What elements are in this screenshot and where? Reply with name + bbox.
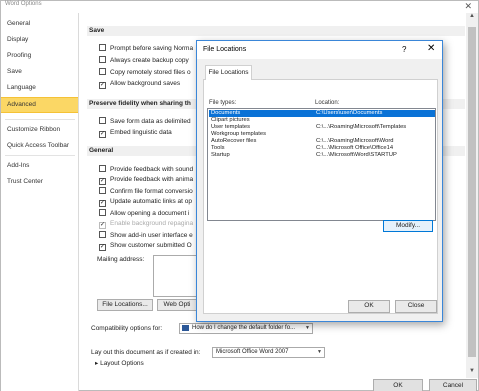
sidebar-item-trust-center[interactable]: Trust Center [1, 175, 78, 189]
mailing-address-label: Mailing address: [97, 256, 145, 263]
background-repagination-checkbox: ✓ Enable background repagina [99, 220, 194, 229]
show-customer-content-checkbox[interactable]: ✓ Show customer submitted O [99, 242, 192, 251]
checkbox-box[interactable]: ✓ [99, 131, 106, 138]
checkbox-box[interactable] [99, 209, 106, 216]
sidebar-item-add-ins[interactable]: Add-Ins [1, 159, 78, 173]
scrollbar-thumb[interactable] [468, 27, 476, 357]
file-locations-button[interactable]: File Locations... [97, 299, 153, 311]
prompt-before-saving-checkbox[interactable]: Prompt before saving Norma [99, 44, 193, 52]
sidebar-item-general[interactable]: General [1, 17, 78, 31]
checkbox-box[interactable]: ✓ [99, 200, 106, 207]
checkbox-box[interactable]: ✓ [99, 178, 106, 185]
dialog-close-button[interactable]: Close [395, 300, 437, 313]
tab-file-locations[interactable]: File Locations [205, 65, 252, 80]
checkbox-box[interactable] [99, 44, 106, 51]
chevron-down-icon: ▼ [305, 325, 310, 331]
list-item[interactable]: Tools C:\...\Microsoft Office\Office14 [209, 145, 435, 152]
layout-version-select[interactable]: Microsoft Office Word 2007 ▼ [212, 347, 325, 358]
list-item[interactable]: Clipart pictures [209, 117, 435, 124]
sidebar-divider [5, 119, 75, 120]
layout-options-expander[interactable]: ▸ Layout Options [95, 359, 144, 367]
always-create-backup-checkbox[interactable]: Always create backup copy [99, 56, 189, 64]
confirm-format-conversion-checkbox[interactable]: Confirm file format conversio [99, 187, 193, 195]
allow-opening-draft-checkbox[interactable]: Allow opening a document i [99, 209, 190, 217]
compatibility-label: Compatibility options for: [91, 325, 163, 332]
allow-background-saves-checkbox[interactable]: ✓ Allow background saves [99, 80, 180, 89]
chevron-down-icon: ▼ [317, 349, 322, 355]
modify-button[interactable]: Modify... [383, 220, 433, 232]
list-item[interactable]: Documents C:\Users\user\Documents [209, 110, 435, 117]
list-item[interactable]: User templates C:\...\Roaming\Microsoft\T… [209, 124, 435, 131]
sidebar-item-advanced[interactable]: Advanced [1, 97, 78, 113]
location-column-header: Location: [315, 100, 340, 106]
sidebar-item-proofing[interactable]: Proofing [1, 49, 78, 63]
checkbox-box[interactable]: ✓ [99, 244, 106, 251]
checkbox-box[interactable] [99, 165, 106, 172]
sidebar-item-language[interactable]: Language [1, 81, 78, 95]
dialog-titlebar: File Locations ? ✕ [197, 41, 442, 59]
checkbox-box[interactable] [99, 231, 106, 238]
list-item[interactable]: AutoRecover files C:\...\Roaming\Microsof… [209, 138, 435, 145]
compatibility-select[interactable]: How do I change the default folder fo...… [179, 323, 313, 334]
embed-linguistic-data-checkbox[interactable]: ✓ Embed linguistic data [99, 129, 172, 138]
dialog-title: File Locations [203, 46, 247, 53]
sidebar-divider [5, 155, 75, 156]
sidebar-item-customize-ribbon[interactable]: Customize Ribbon [1, 123, 78, 137]
file-locations-dialog: File Locations ? ✕ File Locations File t… [196, 40, 443, 322]
dialog-ok-button[interactable]: OK [348, 300, 390, 313]
copy-remote-files-checkbox[interactable]: Copy remotely stored files o [99, 68, 191, 76]
scroll-up-icon[interactable]: ▲ [466, 13, 478, 23]
file-types-column-header: File types: [209, 100, 237, 106]
document-icon [182, 325, 189, 331]
update-links-checkbox[interactable]: ✓ Update automatic links at op [99, 198, 192, 207]
list-item[interactable]: Startup C:\...\Microsoft\Word\STARTUP [209, 152, 435, 159]
ok-button[interactable]: OK [373, 379, 423, 391]
options-sidebar: General Display Proofing Save Language A… [1, 13, 79, 391]
layout-label: Lay out this document as if created in: [91, 349, 201, 356]
checkbox-box[interactable] [99, 117, 106, 124]
show-addin-errors-checkbox[interactable]: Show add-in user interface e [99, 231, 193, 239]
checkbox-box[interactable]: ✓ [99, 82, 106, 89]
sidebar-item-quick-access-toolbar[interactable]: Quick Access Toolbar [1, 139, 78, 153]
web-options-button[interactable]: Web Opti [157, 299, 197, 311]
window-title: Word Options [5, 1, 42, 7]
checkbox-box[interactable] [99, 68, 106, 75]
sidebar-item-display[interactable]: Display [1, 33, 78, 47]
checkbox-box: ✓ [99, 222, 106, 229]
window-close-icon[interactable]: ✕ [464, 1, 472, 12]
save-form-data-checkbox[interactable]: Save form data as delimited [99, 117, 191, 125]
list-item[interactable]: Workgroup templates [209, 131, 435, 138]
save-section-header: Save [87, 26, 465, 36]
checkbox-box[interactable] [99, 187, 106, 194]
scroll-down-icon[interactable]: ▼ [466, 368, 478, 378]
sidebar-item-save[interactable]: Save [1, 65, 78, 79]
close-icon[interactable]: ✕ [427, 43, 435, 54]
feedback-sound-checkbox[interactable]: Provide feedback with sound [99, 165, 193, 173]
cancel-button[interactable]: Cancel [429, 379, 477, 391]
feedback-animation-checkbox[interactable]: ✓ Provide feedback with anima [99, 176, 193, 185]
file-locations-list[interactable]: Documents C:\Users\user\Documents Clipart… [207, 108, 436, 221]
checkbox-box[interactable] [99, 56, 106, 63]
vertical-scrollbar[interactable]: ▲ ▼ [466, 13, 478, 378]
help-icon[interactable]: ? [402, 45, 406, 54]
